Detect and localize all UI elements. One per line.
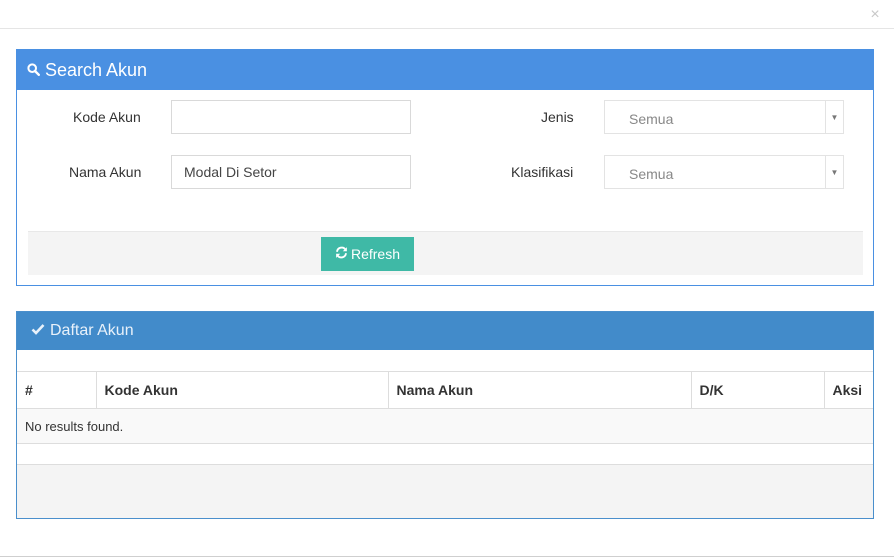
list-panel-header: Daftar Akun xyxy=(17,312,873,350)
klasifikasi-select[interactable]: Semua ▼ xyxy=(604,155,844,189)
klasifikasi-selected-value: Semua xyxy=(629,166,674,182)
jenis-label: Jenis xyxy=(541,109,574,125)
jenis-selected-value: Semua xyxy=(629,111,674,127)
column-header-number[interactable]: # xyxy=(17,371,97,409)
nama-akun-label: Nama Akun xyxy=(69,164,142,180)
jenis-select[interactable]: Semua ▼ xyxy=(604,100,844,134)
column-header-dk[interactable]: D/K xyxy=(691,371,825,409)
close-icon[interactable]: × xyxy=(868,7,882,23)
modal-header: × xyxy=(0,0,894,29)
refresh-button-label: Refresh xyxy=(350,246,401,262)
search-icon xyxy=(27,60,41,81)
table-row: No results found. xyxy=(17,408,873,444)
table-header-row: # Kode Akun Nama Akun D/K Aksi xyxy=(17,371,873,409)
search-actions-bar: Refresh xyxy=(28,231,863,275)
kode-akun-input[interactable] xyxy=(171,100,411,134)
search-panel-title: Search Akun xyxy=(45,59,148,80)
caret-down-icon: ▼ xyxy=(825,101,843,133)
klasifikasi-label: Klasifikasi xyxy=(511,164,574,180)
list-panel-title: Daftar Akun xyxy=(50,322,134,339)
kode-akun-label: Kode Akun xyxy=(73,109,141,125)
modal-footer-border xyxy=(0,556,894,560)
search-panel: Search Akun Kode Akun Nama Akun Jenis Se… xyxy=(16,49,874,286)
column-header-kode-akun[interactable]: Kode Akun xyxy=(96,371,389,409)
empty-message: No results found. xyxy=(17,408,873,444)
table-footer xyxy=(17,464,873,518)
nama-akun-input[interactable] xyxy=(171,155,411,189)
list-panel: Daftar Akun # Kode Akun Nama Akun D/K Ak… xyxy=(16,311,874,519)
column-header-nama-akun[interactable]: Nama Akun xyxy=(388,371,692,409)
column-header-aksi: Aksi xyxy=(824,371,873,409)
refresh-button[interactable]: Refresh xyxy=(321,237,414,271)
refresh-icon xyxy=(335,246,348,262)
caret-down-icon: ▼ xyxy=(825,156,843,188)
akun-table: # Kode Akun Nama Akun D/K Aksi No result… xyxy=(17,371,873,444)
search-panel-header: Search Akun xyxy=(17,50,873,90)
check-icon xyxy=(31,322,45,340)
